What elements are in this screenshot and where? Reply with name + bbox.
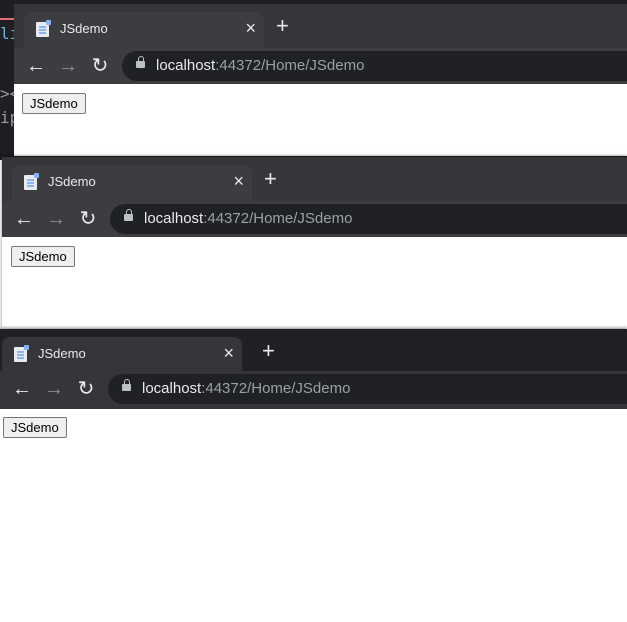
- browser-window-1: JSdemo × + ← → ↻ localhost:44372/Home/JS…: [14, 4, 627, 156]
- browser-toolbar: ← → ↻ localhost:44372/Home/JSdemo: [2, 201, 627, 237]
- back-arrow-icon[interactable]: ←: [12, 207, 36, 231]
- url-host: localhost: [142, 380, 202, 397]
- reload-icon[interactable]: ↻: [88, 54, 112, 78]
- url-text[interactable]: localhost:44372/Home/JSdemo: [156, 57, 364, 74]
- url-text[interactable]: localhost:44372/Home/JSdemo: [144, 210, 352, 227]
- close-tab-icon[interactable]: ×: [223, 343, 234, 363]
- new-tab-icon[interactable]: +: [276, 14, 289, 38]
- url-path: :44372/Home/JSdemo: [215, 57, 365, 74]
- url-host: localhost: [156, 57, 216, 74]
- page-content: JSdemo: [0, 409, 627, 609]
- jsdemo-button[interactable]: JSdemo: [22, 93, 86, 114]
- lock-icon[interactable]: [122, 379, 131, 391]
- new-tab-icon[interactable]: +: [262, 339, 275, 363]
- browser-window-3: JSdemo × + ← → ↻ localhost:44372/Home/JS…: [0, 329, 627, 622]
- tab-strip: JSdemo × +: [0, 329, 627, 371]
- url-host: localhost: [144, 210, 204, 227]
- url-path: :44372/Home/JSdemo: [201, 380, 351, 397]
- url-path: :44372/Home/JSdemo: [203, 210, 353, 227]
- address-bar[interactable]: localhost:44372/Home/JSdemo: [122, 51, 627, 81]
- reload-icon[interactable]: ↻: [76, 207, 100, 231]
- tab-title: JSdemo: [38, 346, 86, 361]
- new-tab-icon[interactable]: +: [264, 167, 277, 191]
- address-bar[interactable]: localhost:44372/Home/JSdemo: [110, 204, 627, 234]
- tab-jsdemo[interactable]: JSdemo ×: [24, 12, 264, 48]
- back-arrow-icon[interactable]: ←: [10, 377, 34, 401]
- forward-arrow-icon[interactable]: →: [44, 207, 68, 231]
- reload-icon[interactable]: ↻: [74, 377, 98, 401]
- close-tab-icon[interactable]: ×: [233, 171, 244, 191]
- url-text[interactable]: localhost:44372/Home/JSdemo: [142, 380, 350, 397]
- page-favicon-icon: [36, 20, 51, 37]
- jsdemo-button[interactable]: JSdemo: [3, 417, 67, 438]
- page-favicon-icon: [24, 173, 39, 190]
- tab-jsdemo[interactable]: JSdemo ×: [12, 165, 252, 201]
- page-content: JSdemo: [14, 84, 627, 156]
- forward-arrow-icon[interactable]: →: [42, 377, 66, 401]
- tab-strip: JSdemo × +: [14, 4, 627, 48]
- tab-title: JSdemo: [60, 21, 108, 36]
- browser-toolbar: ← → ↻ localhost:44372/Home/JSdemo: [14, 48, 627, 84]
- browser-window-2: JSdemo × + ← → ↻ localhost:44372/Home/JS…: [2, 157, 627, 329]
- page-content: JSdemo: [2, 237, 627, 329]
- tab-strip: JSdemo × +: [2, 157, 627, 201]
- page-favicon-icon: [14, 345, 29, 362]
- address-bar[interactable]: localhost:44372/Home/JSdemo: [108, 374, 627, 404]
- back-arrow-icon[interactable]: ←: [24, 54, 48, 78]
- tab-jsdemo[interactable]: JSdemo ×: [2, 337, 242, 371]
- browser-toolbar: ← → ↻ localhost:44372/Home/JSdemo: [0, 371, 627, 409]
- lock-icon[interactable]: [136, 56, 145, 68]
- tab-title: JSdemo: [48, 174, 96, 189]
- close-tab-icon[interactable]: ×: [245, 18, 256, 38]
- lock-icon[interactable]: [124, 209, 133, 221]
- jsdemo-button[interactable]: JSdemo: [11, 246, 75, 267]
- forward-arrow-icon[interactable]: →: [56, 54, 80, 78]
